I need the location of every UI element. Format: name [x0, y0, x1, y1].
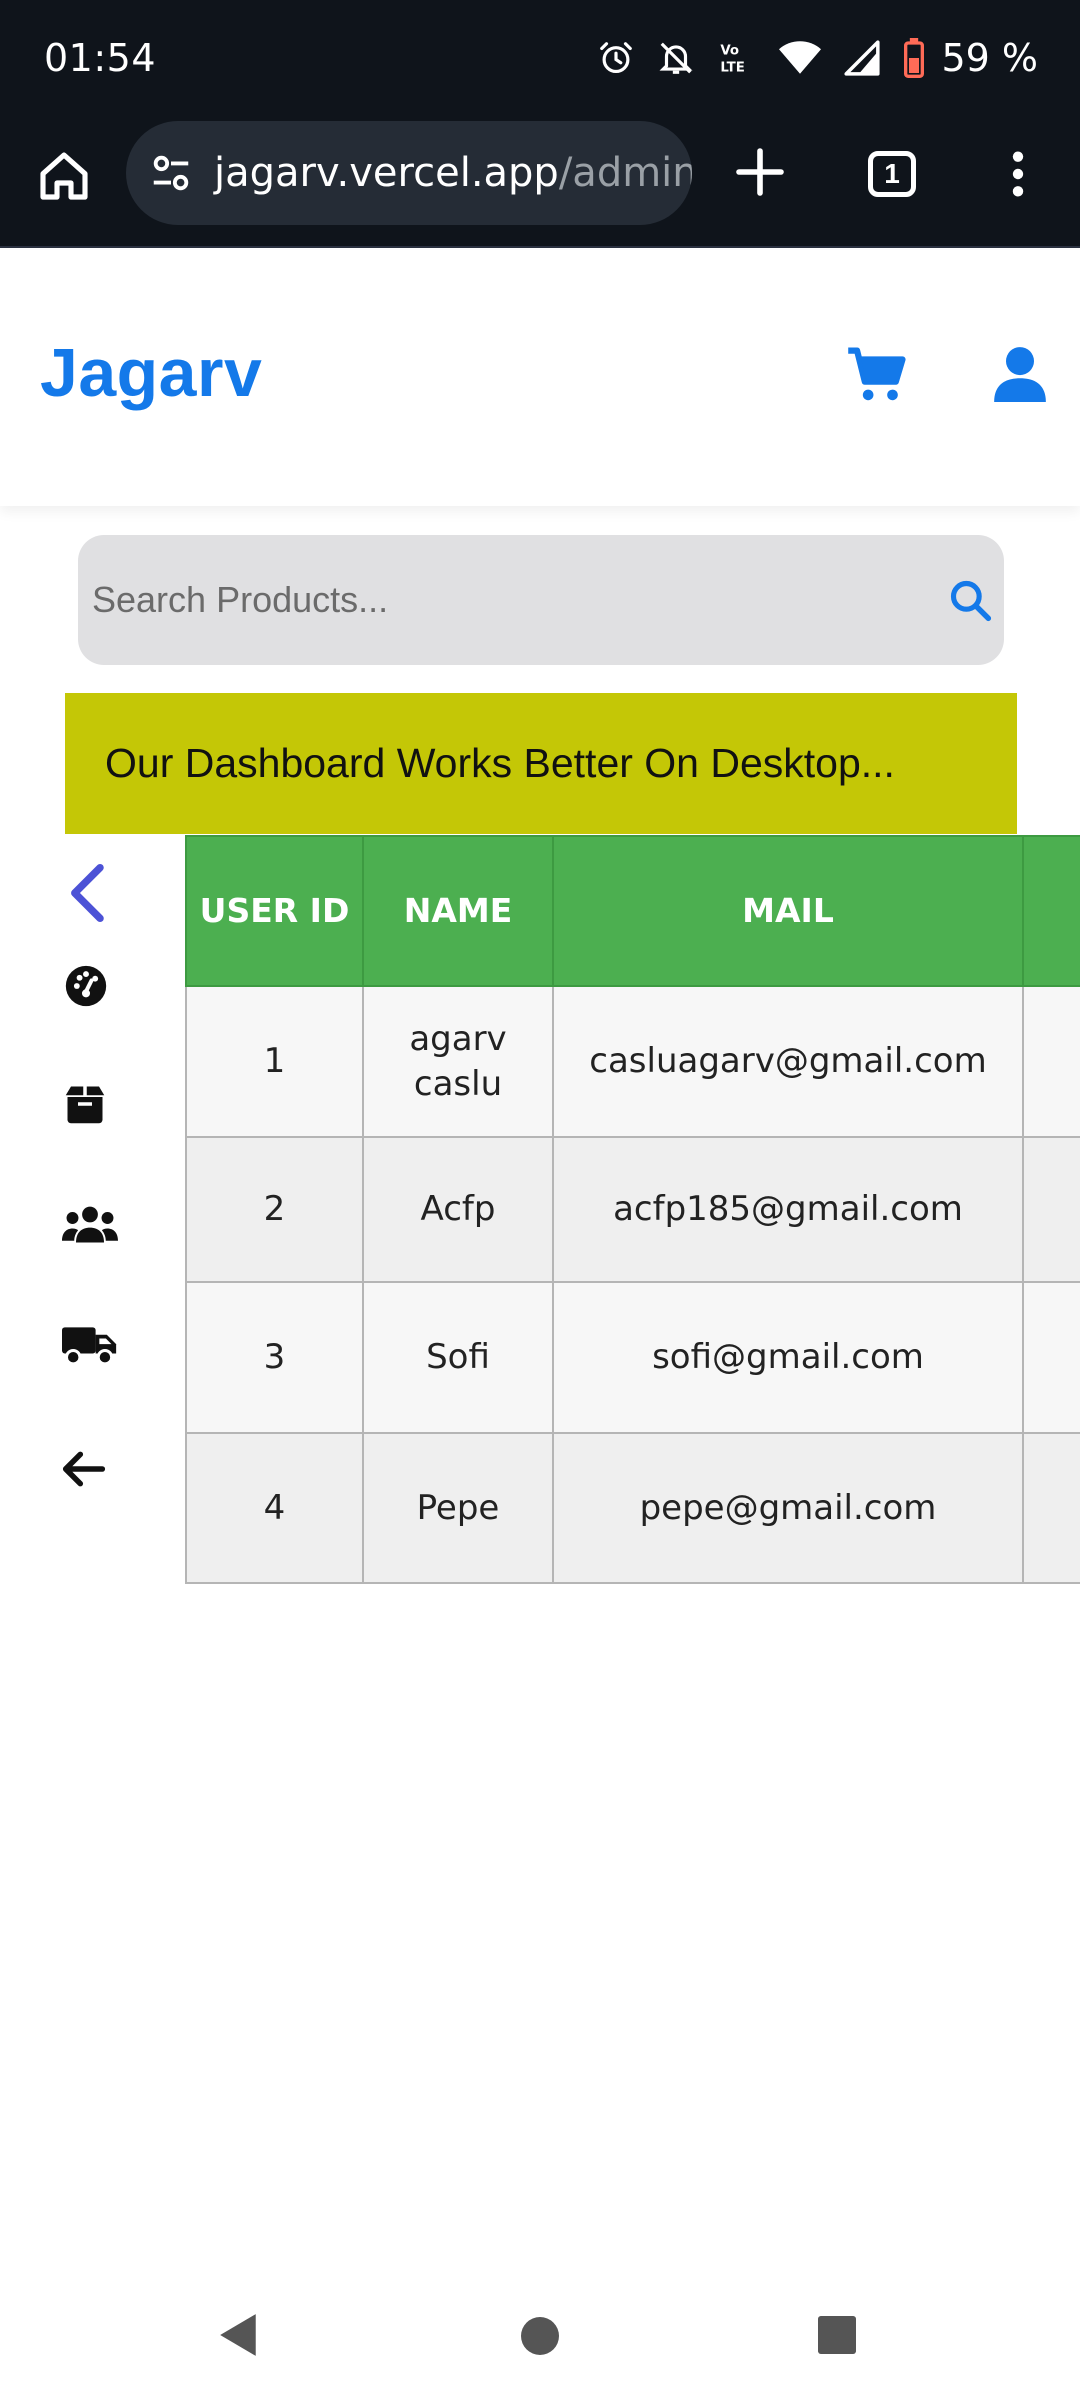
cell-truncated	[1022, 1281, 1080, 1434]
recents-square-icon[interactable]	[818, 2316, 856, 2359]
url-path: /admin/	[558, 150, 692, 196]
svg-text:LTE: LTE	[721, 60, 745, 75]
table-row: 3 Sofi sofi@gmail.com	[185, 1281, 1080, 1434]
plus-icon[interactable]	[732, 144, 788, 205]
arrow-left-icon[interactable]	[62, 1450, 106, 1493]
search-bar	[78, 535, 1004, 665]
url-bar[interactable]: jagarv.vercel.app/admin/	[126, 121, 692, 225]
truck-icon[interactable]	[62, 1324, 118, 1373]
cell-user-id: 1	[185, 985, 364, 1138]
cell-name: Pepe	[362, 1432, 554, 1584]
site-logo[interactable]: Jagarv	[40, 334, 262, 412]
users-icon[interactable]	[62, 1204, 118, 1251]
cell-truncated	[1022, 985, 1080, 1138]
volte-icon: Vo LTE	[717, 38, 757, 78]
notice-text: Our Dashboard Works Better On Desktop...	[105, 740, 895, 786]
cell-truncated	[1022, 1136, 1080, 1283]
users-table-container[interactable]: USER ID NAME MAIL J 1 agarv caslu caslua…	[185, 835, 1080, 1585]
url-host: jagarv.vercel.app	[214, 150, 559, 196]
box-icon[interactable]	[64, 1084, 106, 1129]
cell-user-id: 4	[185, 1432, 364, 1584]
battery-percent: 59 %	[941, 36, 1038, 80]
more-vert-icon[interactable]	[1000, 148, 1036, 205]
column-header-name: NAME	[362, 835, 554, 987]
wifi-icon	[779, 39, 822, 77]
cell-truncated	[1022, 1432, 1080, 1584]
cell-mail: pepe@gmail.com	[552, 1432, 1024, 1584]
do-not-disturb-icon	[657, 39, 695, 77]
status-bar: 01:54 Vo LTE 59 %	[0, 0, 1080, 118]
column-header-user-id: USER ID	[185, 835, 364, 987]
search-icon[interactable]	[948, 578, 992, 627]
cell-name: Sofi	[362, 1281, 554, 1434]
cell-name: agarv caslu	[362, 985, 554, 1138]
browser-toolbar: jagarv.vercel.app/admin/	[0, 118, 1080, 248]
back-triangle-icon[interactable]	[218, 2312, 260, 2363]
battery-icon	[903, 38, 925, 78]
dashboard-gauge-icon[interactable]	[64, 964, 108, 1013]
table-row: 1 agarv caslu casluagarv@gmail.com	[185, 985, 1080, 1138]
cell-mail: acfp185@gmail.com	[552, 1136, 1024, 1283]
users-table: USER ID NAME MAIL J 1 agarv caslu caslua…	[185, 835, 1080, 1584]
svg-text:Vo: Vo	[721, 44, 740, 59]
status-icons: Vo LTE 59 %	[597, 34, 1038, 82]
cell-mail: casluagarv@gmail.com	[552, 985, 1024, 1138]
home-icon[interactable]	[36, 148, 92, 204]
search-input[interactable]	[90, 535, 930, 665]
cell-user-id: 2	[185, 1136, 364, 1283]
cart-icon[interactable]	[846, 346, 908, 409]
cell-name: Acfp	[362, 1136, 554, 1283]
cell-mail: sofi@gmail.com	[552, 1281, 1024, 1434]
site-settings-icon[interactable]	[148, 150, 194, 196]
signal-icon	[843, 39, 881, 77]
user-icon[interactable]	[994, 346, 1046, 407]
status-time: 01:54	[44, 36, 157, 80]
cell-user-id: 3	[185, 1281, 364, 1434]
chevron-left-icon[interactable]	[64, 862, 108, 929]
tab-switcher-button[interactable]: 1	[868, 151, 916, 197]
alarm-icon	[597, 39, 635, 77]
app-header: Jagarv	[0, 250, 1080, 506]
table-row: 4 Pepe pepe@gmail.com	[185, 1432, 1080, 1584]
home-circle-icon[interactable]	[520, 2316, 560, 2361]
column-header-truncated: J	[1022, 835, 1080, 987]
desktop-notice-banner: Our Dashboard Works Better On Desktop...	[65, 693, 1017, 834]
column-header-mail: MAIL	[552, 835, 1024, 987]
table-row: 2 Acfp acfp185@gmail.com	[185, 1136, 1080, 1283]
url-text: jagarv.vercel.app/admin/	[214, 150, 692, 196]
table-header-row: USER ID NAME MAIL J	[185, 835, 1080, 987]
